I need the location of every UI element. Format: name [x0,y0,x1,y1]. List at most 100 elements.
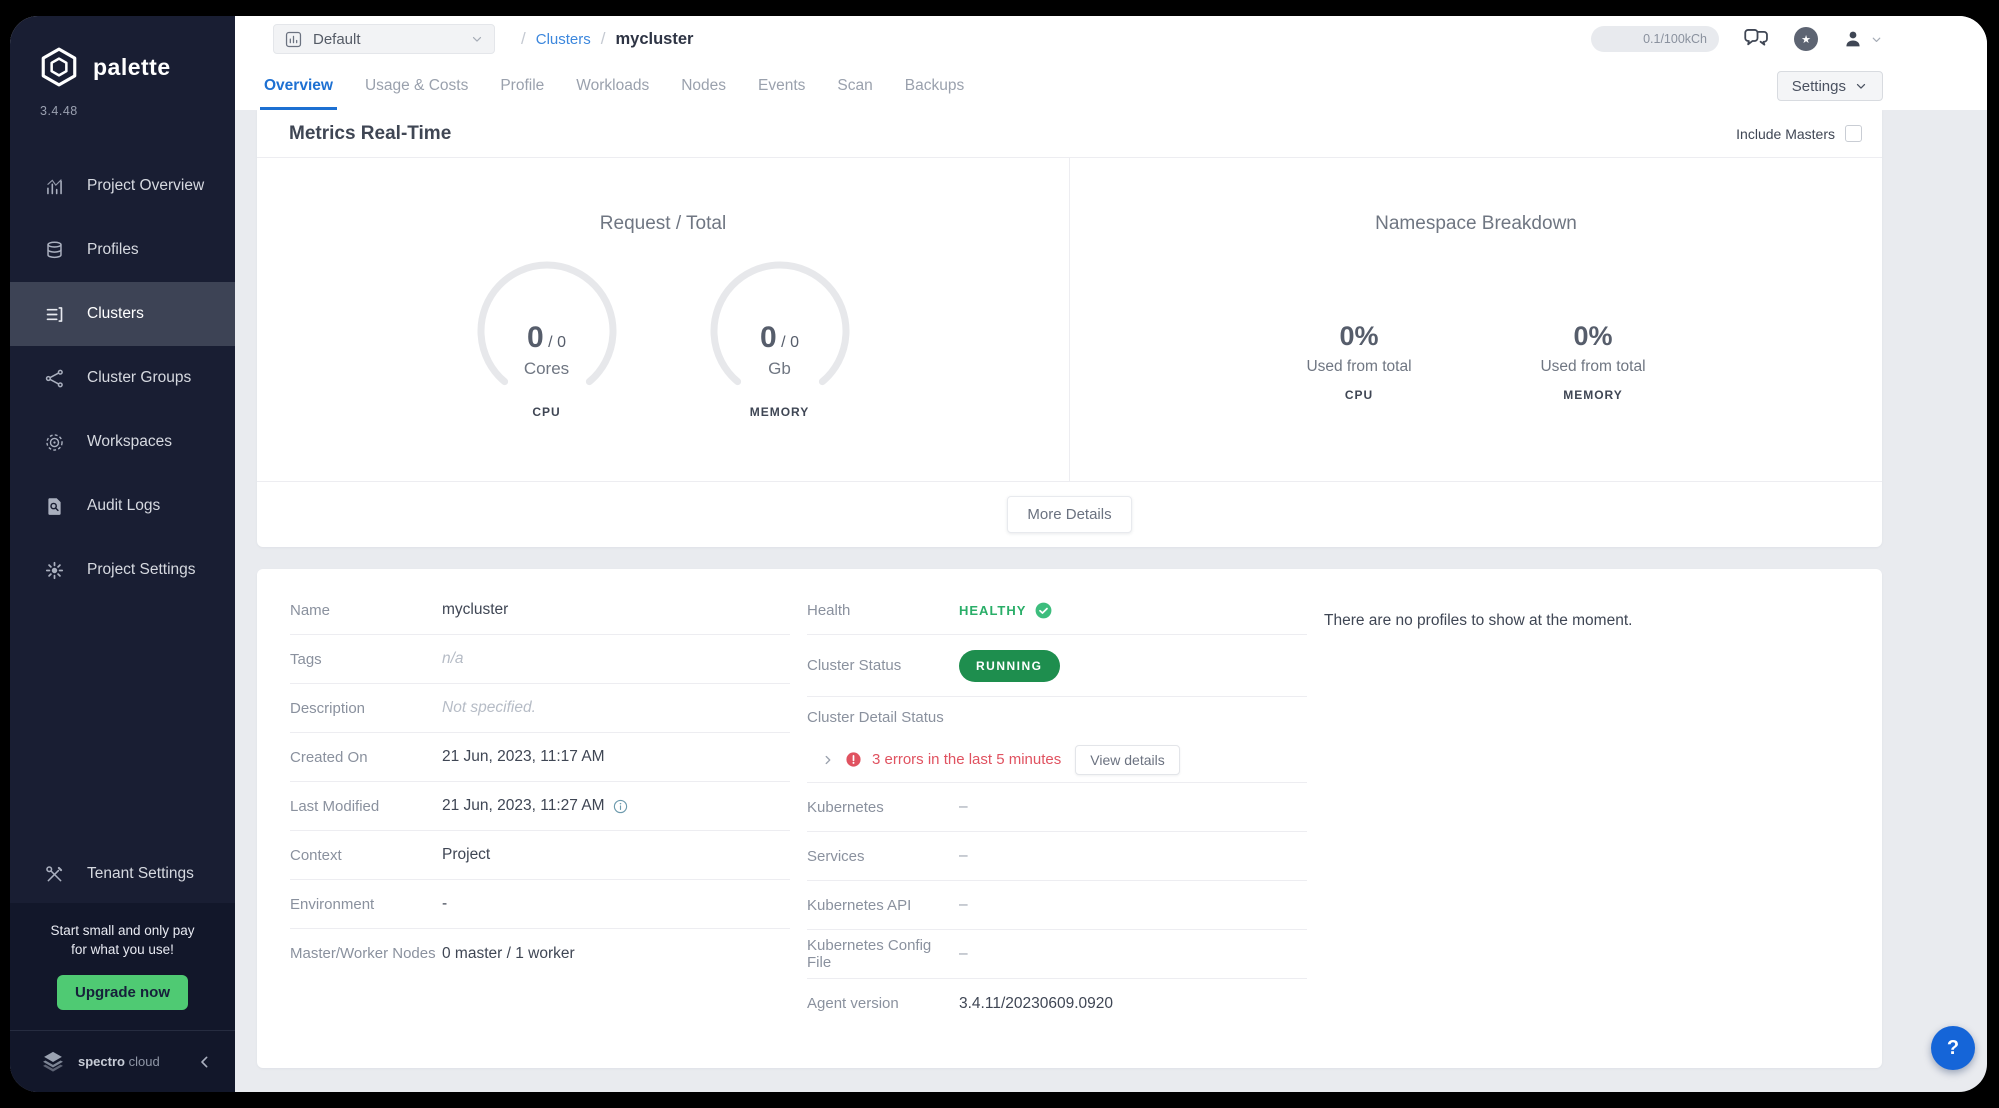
sidebar-item-label: Project Overview [87,177,204,195]
breadcrumb-link-clusters[interactable]: Clusters [536,31,591,48]
app-window: palette 3.4.48 Project Overview [10,16,1987,1092]
sidebar-item-label: Cluster Groups [87,369,191,387]
include-masters-label: Include Masters [1736,126,1835,142]
error-message: 3 errors in the last 5 minutes [872,751,1061,768]
cluster-error-row: 3 errors in the last 5 minutes View deta… [807,737,1307,783]
user-icon [1842,28,1864,50]
document-search-icon [44,496,65,517]
include-masters-checkbox[interactable] [1845,125,1862,142]
breadcrumb-separator: / [601,29,606,49]
more-details-button[interactable]: More Details [1007,496,1131,533]
detail-row-master-worker-nodes: Master/Worker Nodes 0 master / 1 worker [290,929,790,978]
tab-profile[interactable]: Profile [500,62,544,110]
sidebar-item-audit-logs[interactable]: Audit Logs [10,474,235,538]
view-details-button[interactable]: View details [1075,745,1179,775]
sidebar-item-label: Tenant Settings [87,865,194,883]
breadcrumb-separator: / [521,29,526,49]
health-status: HEALTHY [959,601,1053,620]
app-name: palette [93,54,171,81]
cpu-gauge: 0 / 0 Cores CPU [467,251,627,419]
chevron-down-icon [1854,79,1868,93]
namespace-memory-stat: 0% Used from total MEMORY [1482,321,1704,402]
detail-row-services: Services – [807,832,1307,881]
app-logo: palette [10,16,235,88]
spectro-cloud-logo-icon [40,1049,66,1075]
detail-row-kubernetes-config-file: Kubernetes Config File – [807,930,1307,979]
detail-row-health: Health HEALTHY [807,586,1307,635]
upgrade-promo: Start small and only pay for what you us… [10,903,235,1030]
app-version: 3.4.48 [10,88,235,118]
check-circle-icon [1034,601,1053,620]
sidebar-footer: spectro cloud [10,1030,235,1092]
request-total-panel: Request / Total 0 / 0 Cores CPU [257,158,1069,481]
gauge-label: CPU [467,405,627,419]
metrics-footer: More Details [257,481,1882,547]
sidebar-item-cluster-groups[interactable]: Cluster Groups [10,346,235,410]
sidebar-item-project-settings[interactable]: Project Settings [10,538,235,602]
gauge-value: 0 [760,321,777,354]
tab-overview[interactable]: Overview [264,62,333,110]
detail-row-kubernetes-api: Kubernetes API – [807,881,1307,930]
sidebar-spacer [10,602,235,845]
main-area: Default / Clusters / mycluster 0.1/100kC… [235,16,1987,1092]
chat-icon[interactable] [1743,27,1770,52]
network-icon [44,368,65,389]
tab-usage-costs[interactable]: Usage & Costs [365,62,468,110]
tab-backups[interactable]: Backups [905,62,964,110]
sidebar-item-project-overview[interactable]: Project Overview [10,154,235,218]
bar-chart-icon [284,30,303,49]
gauge-unit: Cores [467,359,627,379]
sidebar-item-label: Profiles [87,241,139,259]
sidebar-item-label: Project Settings [87,561,196,579]
tab-scan[interactable]: Scan [837,62,872,110]
detail-row-name: Name mycluster [290,586,790,635]
tab-workloads[interactable]: Workloads [576,62,649,110]
help-button[interactable]: ? [1931,1026,1975,1070]
clusters-icon [44,304,65,325]
stat-percent: 0% [1248,321,1470,352]
palette-logo-icon [38,46,80,88]
namespace-breakdown-title: Namespace Breakdown [1375,213,1577,235]
tab-events[interactable]: Events [758,62,805,110]
sidebar-item-workspaces[interactable]: Workspaces [10,410,235,474]
orbit-icon [44,432,65,453]
detail-row-last-modified: Last Modified 21 Jun, 2023, 11:27 AM [290,782,790,831]
namespace-breakdown-panel: Namespace Breakdown 0% Used from total C… [1069,158,1882,481]
chevron-down-icon [470,32,484,46]
gauge-unit: Gb [700,359,860,379]
details-right-column: There are no profiles to show at the mom… [1324,586,1852,1028]
topbar-actions: 0.1/100kCh ★ [1591,26,1883,52]
tab-nodes[interactable]: Nodes [681,62,726,110]
upgrade-now-button[interactable]: Upgrade now [57,975,188,1010]
running-status-badge: RUNNING [959,650,1060,682]
brand-name: spectro cloud [78,1054,160,1069]
breadcrumb: / Clusters / mycluster [521,29,693,49]
star-badge-icon[interactable]: ★ [1794,27,1818,51]
chevron-right-icon[interactable] [821,753,835,767]
metrics-header: Metrics Real-Time Include Masters [257,110,1882,158]
promo-text-line1: Start small and only pay [20,921,225,940]
gauge-total: / 0 [548,334,566,351]
stat-label: CPU [1248,388,1470,402]
tools-icon [44,864,65,885]
user-menu[interactable] [1842,28,1883,50]
sidebar-item-label: Workspaces [87,433,172,451]
project-selector[interactable]: Default [273,24,495,54]
settings-button[interactable]: Settings [1777,71,1883,101]
detail-row-kubernetes: Kubernetes – [807,783,1307,832]
info-icon[interactable] [612,798,629,815]
gauge-total: / 0 [781,334,799,351]
sidebar: palette 3.4.48 Project Overview [10,16,235,1092]
sidebar-item-profiles[interactable]: Profiles [10,218,235,282]
detail-row-environment: Environment - [290,880,790,929]
sidebar-item-clusters[interactable]: Clusters [10,282,235,346]
profiles-empty-message: There are no profiles to show at the mom… [1324,586,1852,630]
sidebar-item-tenant-settings[interactable]: Tenant Settings [10,845,235,903]
detail-row-created-on: Created On 21 Jun, 2023, 11:17 AM [290,733,790,782]
metrics-title: Metrics Real-Time [289,123,451,145]
tab-bar: Overview Usage & Costs Profile Workloads… [235,62,1987,110]
error-icon [845,751,862,768]
gauge-label: MEMORY [700,405,860,419]
cluster-detail-status-label: Cluster Detail Status [807,697,1307,737]
sidebar-collapse-icon[interactable] [197,1054,213,1070]
